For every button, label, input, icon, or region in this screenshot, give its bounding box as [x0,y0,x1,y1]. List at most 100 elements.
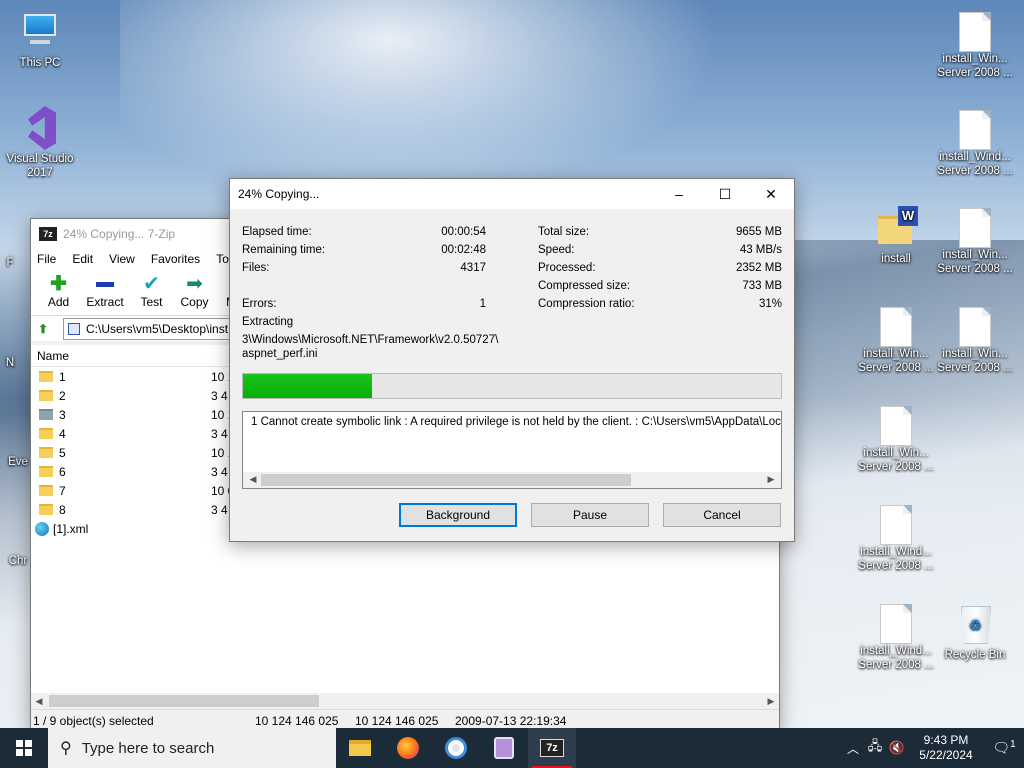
stat-label: Errors: [242,298,277,310]
taskbar-search-box[interactable]: ⚲ Type here to search [48,728,336,768]
stat-label: Speed: [538,244,575,256]
folder-icon [39,390,53,401]
dialog-title-bar[interactable]: 24% Copying... – ☐ ✕ [230,179,794,209]
scroll-right-arrow-icon[interactable]: ▶ [763,474,779,485]
stat-processed: Processed: 2352 MB [538,259,782,277]
cancel-button[interactable]: Cancel [663,503,781,527]
error-log[interactable]: 1 Cannot create symbolic link : A requir… [242,411,782,489]
stat-value: 43 MB/s [739,244,782,256]
document-icon [880,505,912,545]
folder-icon [39,466,53,477]
copy-progress-dialog[interactable]: 24% Copying... – ☐ ✕ Elapsed time: 00:00:… [229,178,795,542]
volume-muted-icon[interactable]: 🔇 [886,740,908,756]
pause-button[interactable]: Pause [531,503,649,527]
taskbar-firefox[interactable] [384,728,432,768]
folder-word-icon: W [876,206,918,250]
current-file-name: aspnet_perf.ini [242,348,318,360]
add-button[interactable]: ✚ Add [37,269,80,315]
stat-label: Total size: [538,226,590,238]
list-item-name: [1].xml [53,521,89,536]
desktop-icon-recycle-bin[interactable]: ♻ Recycle Bin [935,602,1015,662]
desktop-icon-this-pc[interactable]: This PC [0,10,80,70]
menu-file[interactable]: File [37,252,56,266]
system-tray: ︿ 🖧 🔇 9:43 PM 5/22/2024 🗨1 [842,728,1024,768]
extract-button-label: Extract [86,295,124,309]
menu-edit[interactable]: Edit [72,252,93,266]
menu-favorites[interactable]: Favorites [151,252,200,266]
scrollbar-thumb[interactable] [261,474,631,486]
test-button[interactable]: ✔ Test [130,269,173,315]
desktop-icon-install-folder[interactable]: W install [856,206,936,266]
progress-bar [242,373,782,399]
stat-value: 00:02:48 [441,244,486,256]
desktop-icon-label: N [5,357,15,369]
list-item-name: 6 [59,464,66,479]
extract-button[interactable]: Extract [80,269,130,315]
taskbar-chrome[interactable] [432,728,480,768]
chevron-up-icon[interactable]: ︿ [842,740,864,757]
stat-label: Elapsed time: [242,226,312,238]
folder-icon [39,504,53,515]
list-item-size: 3 4 [211,464,228,479]
chrome-icon [445,737,467,759]
desktop-icon-visual-studio[interactable]: Visual Studio 2017 [0,106,80,180]
desktop-icon-install-1[interactable]: install_Win... Server 2008 ... [935,10,1015,80]
scroll-left-arrow-icon[interactable]: ◀ [31,696,47,707]
background-button[interactable]: Background [399,503,517,527]
desktop-icon-install-3[interactable]: install_Win... Server 2008 ... [935,206,1015,276]
scroll-left-arrow-icon[interactable]: ◀ [245,474,261,485]
desktop-icon-install-7[interactable]: install_Wind... Server 2008 ... [856,503,936,573]
taskbar-clock[interactable]: 9:43 PM 5/22/2024 [908,733,984,763]
desktop-icon-label: Recycle Bin [944,649,1006,661]
firefox-icon [397,737,419,759]
stat-spacer [242,277,486,295]
minimize-icon[interactable]: – [656,179,702,209]
error-log-scrollbar[interactable]: ◀ ▶ [243,472,781,488]
maximize-icon[interactable]: ☐ [702,179,748,209]
desktop-icon-label: Chr [8,555,28,567]
start-button[interactable] [0,728,48,768]
list-item-name: 1 [59,369,66,384]
stat-value: 2352 MB [735,262,782,274]
desktop-icon-install-8[interactable]: install_Wind... Server 2008 ... [856,602,936,672]
document-icon [959,12,991,52]
copy-button[interactable]: ➡ Copy [173,269,216,315]
list-item-name: 8 [59,502,66,517]
desktop-icon-install-4[interactable]: install_Win... Server 2008 ... [856,305,936,375]
scroll-right-arrow-icon[interactable]: ▶ [763,696,779,707]
notification-center-button[interactable]: 🗨1 [984,739,1024,757]
close-icon[interactable]: ✕ [748,179,794,209]
desktop-icon-label: install [881,253,911,265]
folder-icon [39,485,53,496]
network-icon[interactable]: 🖧 [864,737,886,759]
clock-time: 9:43 PM [923,733,969,747]
stat-compression-ratio: Compression ratio: 31% [538,295,782,313]
stat-value: 00:00:54 [441,226,486,238]
folder-up-icon[interactable]: ⬆ [31,322,55,336]
progress-fill [243,374,373,398]
recycle-bin-icon: ♻ [955,602,995,646]
list-item-name: 5 [59,445,66,460]
taskbar-file-explorer[interactable] [336,728,384,768]
status-packed-size: 10 124 146 025 [355,713,439,728]
stat-value: 9655 MB [735,226,782,238]
test-button-label: Test [140,295,163,309]
left-stats: Elapsed time: 00:00:54 Remaining time: 00:… [242,223,486,313]
desktop-icon-install-6[interactable]: install_Win... Server 2008 ... [856,404,936,474]
stat-compressed-size: Compressed size: 733 MB [538,277,782,295]
file-list-horizontal-scrollbar[interactable]: ◀ ▶ [31,693,779,709]
computer-icon [20,10,60,54]
error-log-line[interactable]: 1 Cannot create symbolic link : A requir… [243,412,781,428]
stat-label: Compressed size: [538,280,631,292]
document-icon [959,208,991,248]
desktop-icon-install-5[interactable]: install_Win... Server 2008 ... [935,305,1015,375]
scrollbar-thumb[interactable] [49,695,319,707]
menu-view[interactable]: View [109,252,135,266]
edge-browser-icon [35,521,49,536]
zip-window-title: 24% Copying... 7-Zip [63,227,176,241]
taskbar-7zip[interactable]: 7z [528,728,576,768]
folder-icon [39,428,53,439]
desktop-icon-install-2[interactable]: install_Wind... Server 2008 ... [935,108,1015,178]
stat-files: Files: 4317 [242,259,486,277]
taskbar-app-disk[interactable] [480,728,528,768]
